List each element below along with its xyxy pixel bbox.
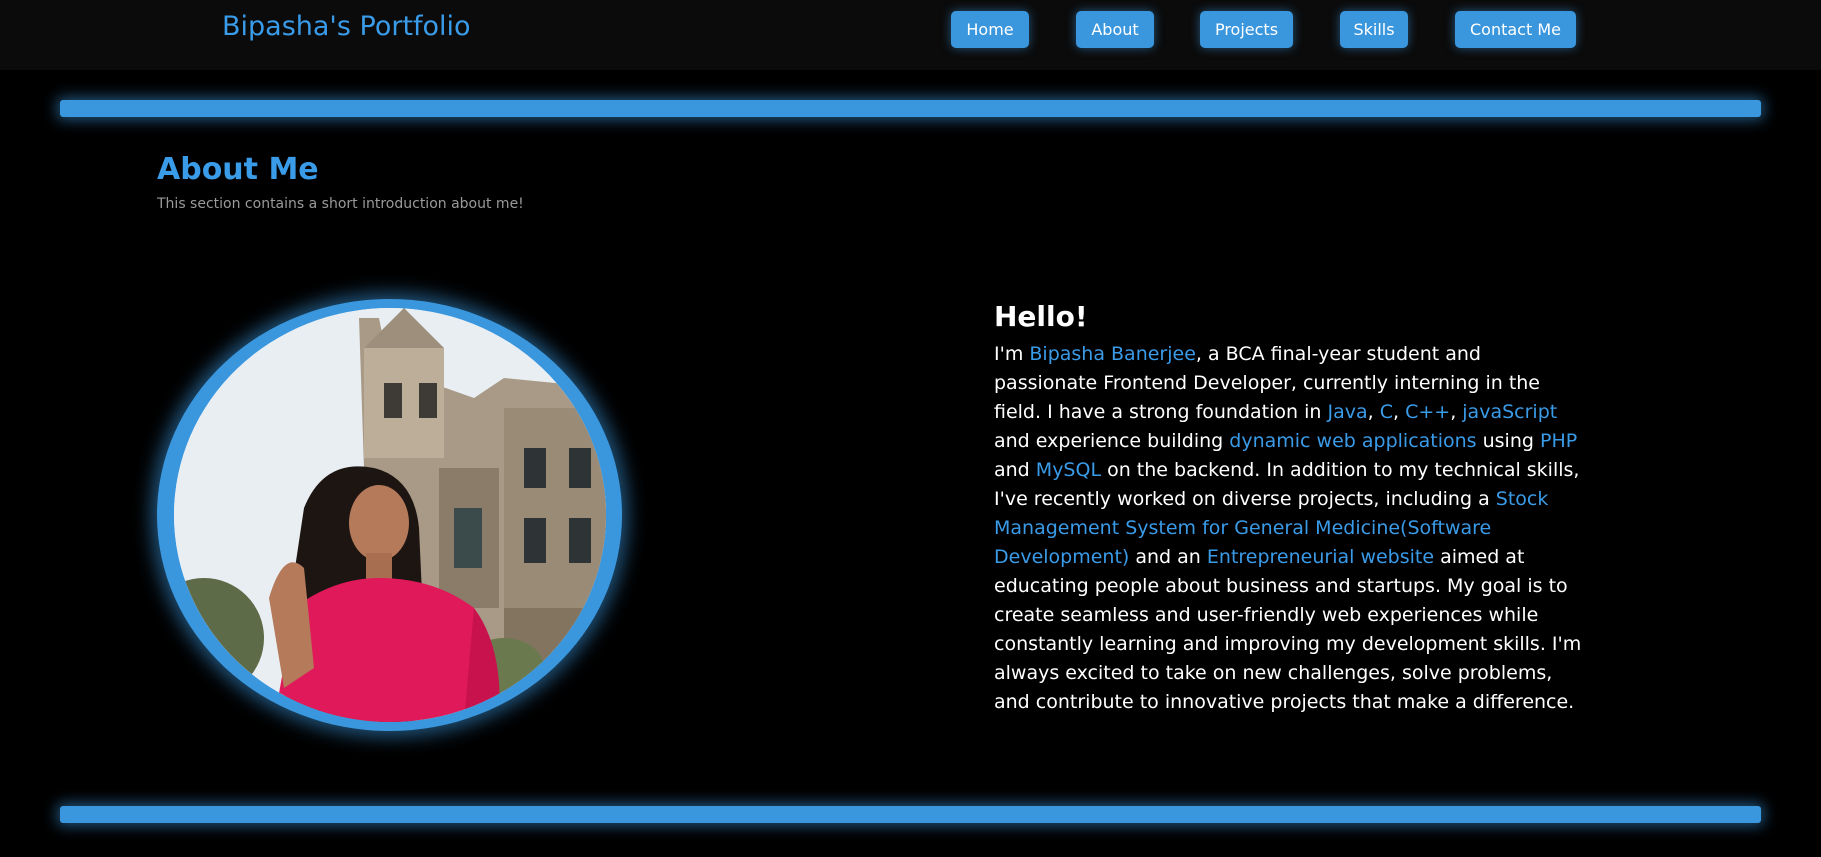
nav-about-button[interactable]: About xyxy=(1076,11,1154,48)
highlight-skill-java: Java xyxy=(1327,401,1368,423)
text-span: , xyxy=(1392,401,1406,423)
nav-skills-button[interactable]: Skills xyxy=(1340,11,1408,48)
text-span: aimed at educating people about business… xyxy=(994,546,1582,713)
highlight-skill-cpp: C++ xyxy=(1405,401,1451,423)
section-title: About Me xyxy=(157,152,319,187)
text-span: I'm xyxy=(994,343,1030,365)
text-span: and xyxy=(994,459,1036,481)
nav-home-button[interactable]: Home xyxy=(951,11,1029,48)
text-span: , xyxy=(1367,401,1380,423)
text-span: and experience building xyxy=(994,430,1230,452)
highlight-mysql: MySQL xyxy=(1035,459,1102,481)
highlight-php: PHP xyxy=(1539,430,1578,452)
nav-projects-button[interactable]: Projects xyxy=(1200,11,1293,48)
navbar: Bipasha's Portfolio Home About Projects … xyxy=(0,0,1821,70)
greeting-heading: Hello! xyxy=(994,300,1088,333)
text-span: , xyxy=(1450,401,1463,423)
highlight-name: Bipasha Banerjee xyxy=(1029,343,1196,365)
about-paragraph: I'm Bipasha Banerjee, a BCA final-year s… xyxy=(994,340,1584,717)
highlight-skill-c: C xyxy=(1379,401,1393,423)
highlight-dynamic-web: dynamic web applications xyxy=(1229,430,1477,452)
top-divider-bar xyxy=(60,100,1761,117)
profile-photo xyxy=(174,308,606,722)
text-span: using xyxy=(1476,430,1540,452)
nav-contact-button[interactable]: Contact Me xyxy=(1455,11,1576,48)
brand-logo[interactable]: Bipasha's Portfolio xyxy=(222,11,471,42)
profile-photo-frame xyxy=(157,299,622,731)
text-span: and an xyxy=(1129,546,1207,568)
bottom-divider-bar xyxy=(60,806,1761,823)
section-subtitle: This section contains a short introducti… xyxy=(157,196,524,212)
highlight-skill-javascript: javaScript xyxy=(1462,401,1558,423)
highlight-project-entrepreneurial: Entrepreneurial website xyxy=(1206,546,1435,568)
